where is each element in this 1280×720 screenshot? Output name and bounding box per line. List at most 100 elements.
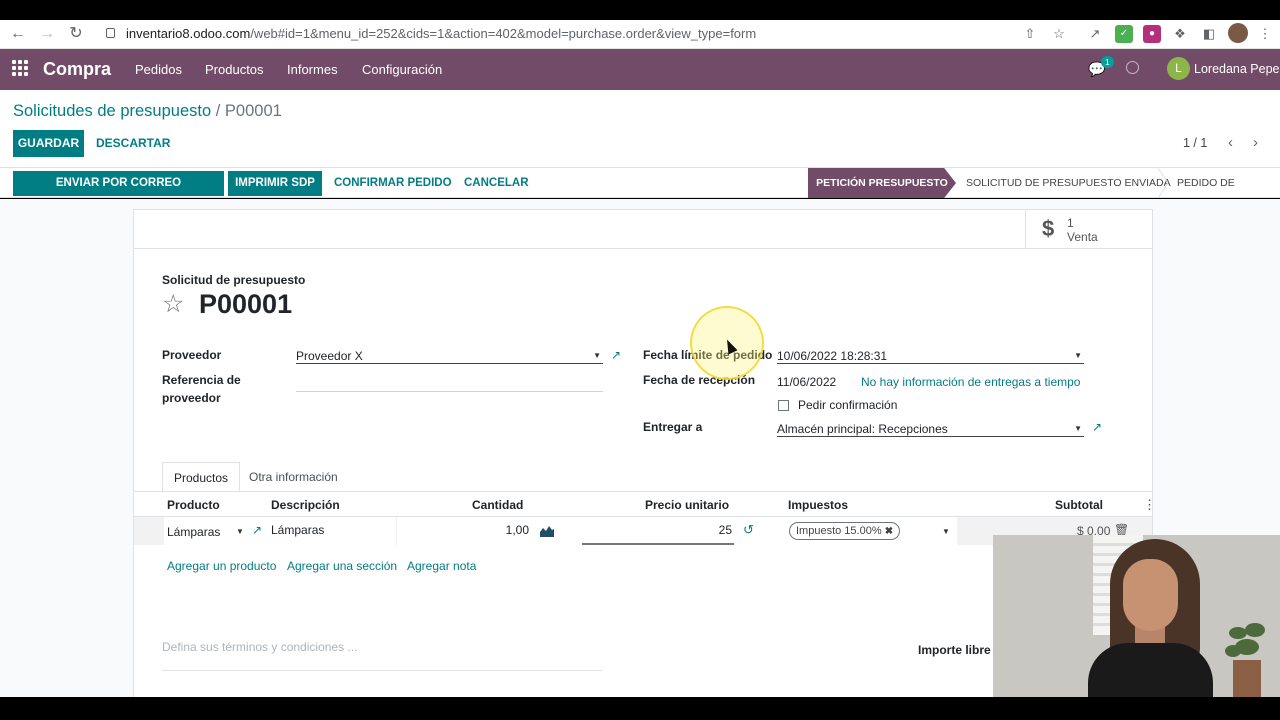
breadcrumb: Solicitudes de presupuesto / P00001 xyxy=(13,102,282,121)
terms-conditions-input[interactable]: Defina sus términos y condiciones ... xyxy=(162,640,357,654)
address-bar[interactable]: inventario8.odoo.com/web#id=1&menu_id=25… xyxy=(96,22,1081,46)
column-header-subtotal[interactable]: Subtotal xyxy=(1055,498,1103,512)
tax-tag[interactable]: Impuesto 15.00% ✖ xyxy=(789,522,901,540)
cancel-button[interactable]: Cancelar xyxy=(464,171,529,196)
smart-button-box: $ 1 Venta xyxy=(134,210,1152,249)
activity-clock-icon[interactable] xyxy=(1126,61,1139,74)
row-price-cell[interactable]: 25 xyxy=(582,517,734,545)
print-rfq-button[interactable]: Imprimir SDP xyxy=(228,171,322,196)
order-name: P00001 xyxy=(199,289,293,319)
user-name[interactable]: Loredana Pepe xyxy=(1194,62,1280,76)
external-link-icon[interactable]: ↗ xyxy=(252,523,262,537)
pager-next-icon[interactable]: › xyxy=(1253,134,1258,151)
row-product[interactable]: Lámparas xyxy=(167,525,220,539)
row-description[interactable]: Lámparas xyxy=(271,523,324,537)
deliver-to-label: Entregar a xyxy=(643,420,703,434)
confirm-order-button[interactable]: Confirmar pedido xyxy=(334,171,452,196)
column-options-icon[interactable]: ⋮ xyxy=(1143,497,1156,513)
form-statusbar: Enviar por correo electrónico Imprimir S… xyxy=(0,168,1280,219)
chevron-down-icon[interactable]: ▼ xyxy=(593,351,601,360)
odoo-navbar: Compra Pedidos Productos Informes Config… xyxy=(0,49,1280,90)
add-section-link[interactable]: Agregar una sección xyxy=(287,559,397,573)
pager-value[interactable]: 1 / 1 xyxy=(1183,136,1207,150)
webcam-overlay xyxy=(993,535,1280,697)
sale-label: Venta xyxy=(1067,230,1098,244)
deliver-to-field[interactable]: Almacén principal: Recepciones ▼ xyxy=(777,419,1084,437)
lock-icon xyxy=(106,28,115,38)
extension-green-icon[interactable]: ✓ xyxy=(1115,25,1133,43)
dollar-icon: $ xyxy=(1042,216,1055,241)
chevron-down-icon[interactable]: ▼ xyxy=(942,527,950,536)
external-link-icon[interactable]: ↗ xyxy=(611,348,621,362)
form-title-label: Solicitud de presupuesto xyxy=(162,273,306,287)
add-note-link[interactable]: Agregar nota xyxy=(407,559,476,573)
vendor-ref-input[interactable] xyxy=(296,374,603,392)
priority-star-icon[interactable]: ☆ xyxy=(162,289,184,319)
save-button[interactable]: Guardar xyxy=(13,130,84,157)
webcam-person-body xyxy=(1088,643,1213,697)
video-top-letterbox xyxy=(0,0,1280,20)
stage-separator-icon xyxy=(1157,168,1169,198)
extension-graph-icon[interactable]: ↗ xyxy=(1086,25,1104,43)
terms-underline xyxy=(162,670,602,671)
column-header-quantity[interactable]: Cantidad xyxy=(472,498,523,512)
send-email-button[interactable]: Enviar por correo electrónico xyxy=(13,171,224,214)
bookmark-star-icon[interactable]: ☆ xyxy=(1050,25,1068,43)
menu-configuracion[interactable]: Configuración xyxy=(362,62,442,77)
vendor-label: Proveedor xyxy=(162,348,222,362)
side-panel-icon[interactable]: ◧ xyxy=(1200,25,1218,43)
order-deadline-value: 10/06/2022 18:28:31 xyxy=(777,349,888,363)
pager-previous-icon[interactable]: ‹ xyxy=(1228,134,1233,151)
forecast-chart-icon[interactable] xyxy=(540,525,554,537)
column-header-description[interactable]: Descripción xyxy=(271,498,340,512)
app-name[interactable]: Compra xyxy=(43,59,111,80)
more-menu-icon[interactable]: ⋮ xyxy=(1256,25,1274,43)
webcam-plant xyxy=(1225,623,1270,697)
ask-confirmation-checkbox[interactable] xyxy=(778,400,789,411)
video-bottom-letterbox xyxy=(0,697,1280,720)
receipt-note: No hay información de entregas a tiempo xyxy=(861,375,1081,389)
menu-pedidos[interactable]: Pedidos xyxy=(135,62,182,77)
vendor-field[interactable]: Proveedor X ▼ xyxy=(296,346,603,364)
external-link-icon[interactable]: ↗ xyxy=(1092,420,1102,434)
vendor-ref-label: Referencia de proveedor xyxy=(162,373,241,405)
column-header-unit-price[interactable]: Precio unitario xyxy=(645,498,729,512)
ask-confirmation-label: Pedir confirmación xyxy=(798,398,898,412)
sale-smart-button[interactable]: $ 1 Venta xyxy=(1025,210,1152,249)
user-avatar[interactable]: L xyxy=(1167,57,1190,80)
remove-tag-icon[interactable]: ✖ xyxy=(885,526,893,537)
stage-rfq[interactable]: Petición presupuesto xyxy=(808,168,956,198)
chevron-down-icon[interactable]: ▼ xyxy=(1074,351,1082,360)
menu-informes[interactable]: Informes xyxy=(287,62,338,77)
extension-purple-icon[interactable]: ● xyxy=(1143,25,1161,43)
breadcrumb-parent-link[interactable]: Solicitudes de presupuesto xyxy=(13,102,211,120)
profile-avatar[interactable] xyxy=(1228,23,1248,43)
reload-icon[interactable]: ↻ xyxy=(66,24,86,44)
browser-toolbar: ← → ↻ inventario8.odoo.com/web#id=1&menu… xyxy=(0,20,1280,49)
menu-productos[interactable]: Productos xyxy=(205,62,264,77)
breadcrumb-current: P00001 xyxy=(224,102,282,120)
reset-price-icon[interactable]: ↺ xyxy=(743,522,754,538)
tab-other-info[interactable]: Otra información xyxy=(238,462,349,492)
column-header-taxes[interactable]: Impuestos xyxy=(788,498,848,512)
webcam-person-face xyxy=(1123,559,1178,631)
column-header-product[interactable]: Producto xyxy=(167,498,220,512)
discard-button[interactable]: Descartar xyxy=(96,130,170,157)
receipt-date-value[interactable]: 11/06/2022 xyxy=(777,375,836,389)
vendor-value: Proveedor X xyxy=(296,349,363,363)
apps-grid-icon[interactable] xyxy=(12,60,30,78)
row-quantity-cell[interactable]: 1,00 xyxy=(396,517,531,545)
tab-products[interactable]: Productos xyxy=(162,462,241,492)
back-icon[interactable]: ← xyxy=(8,24,28,44)
sale-count: 1 xyxy=(1067,216,1074,230)
forward-icon[interactable]: → xyxy=(37,24,57,44)
add-product-link[interactable]: Agregar un producto xyxy=(167,559,276,573)
extensions-puzzle-icon[interactable]: ❖ xyxy=(1171,25,1189,43)
stage-rfq-sent[interactable]: Solicitud de presupuesto enviada xyxy=(966,168,1171,198)
chevron-down-icon[interactable]: ▼ xyxy=(236,527,244,536)
stage-purchase-order[interactable]: Pedido de compra xyxy=(1177,168,1280,219)
order-deadline-field[interactable]: 10/06/2022 18:28:31 ▼ xyxy=(777,346,1084,364)
chevron-down-icon[interactable]: ▼ xyxy=(1074,424,1082,433)
share-icon[interactable]: ⇧ xyxy=(1021,25,1039,43)
row-quantity: 1,00 xyxy=(505,523,529,537)
